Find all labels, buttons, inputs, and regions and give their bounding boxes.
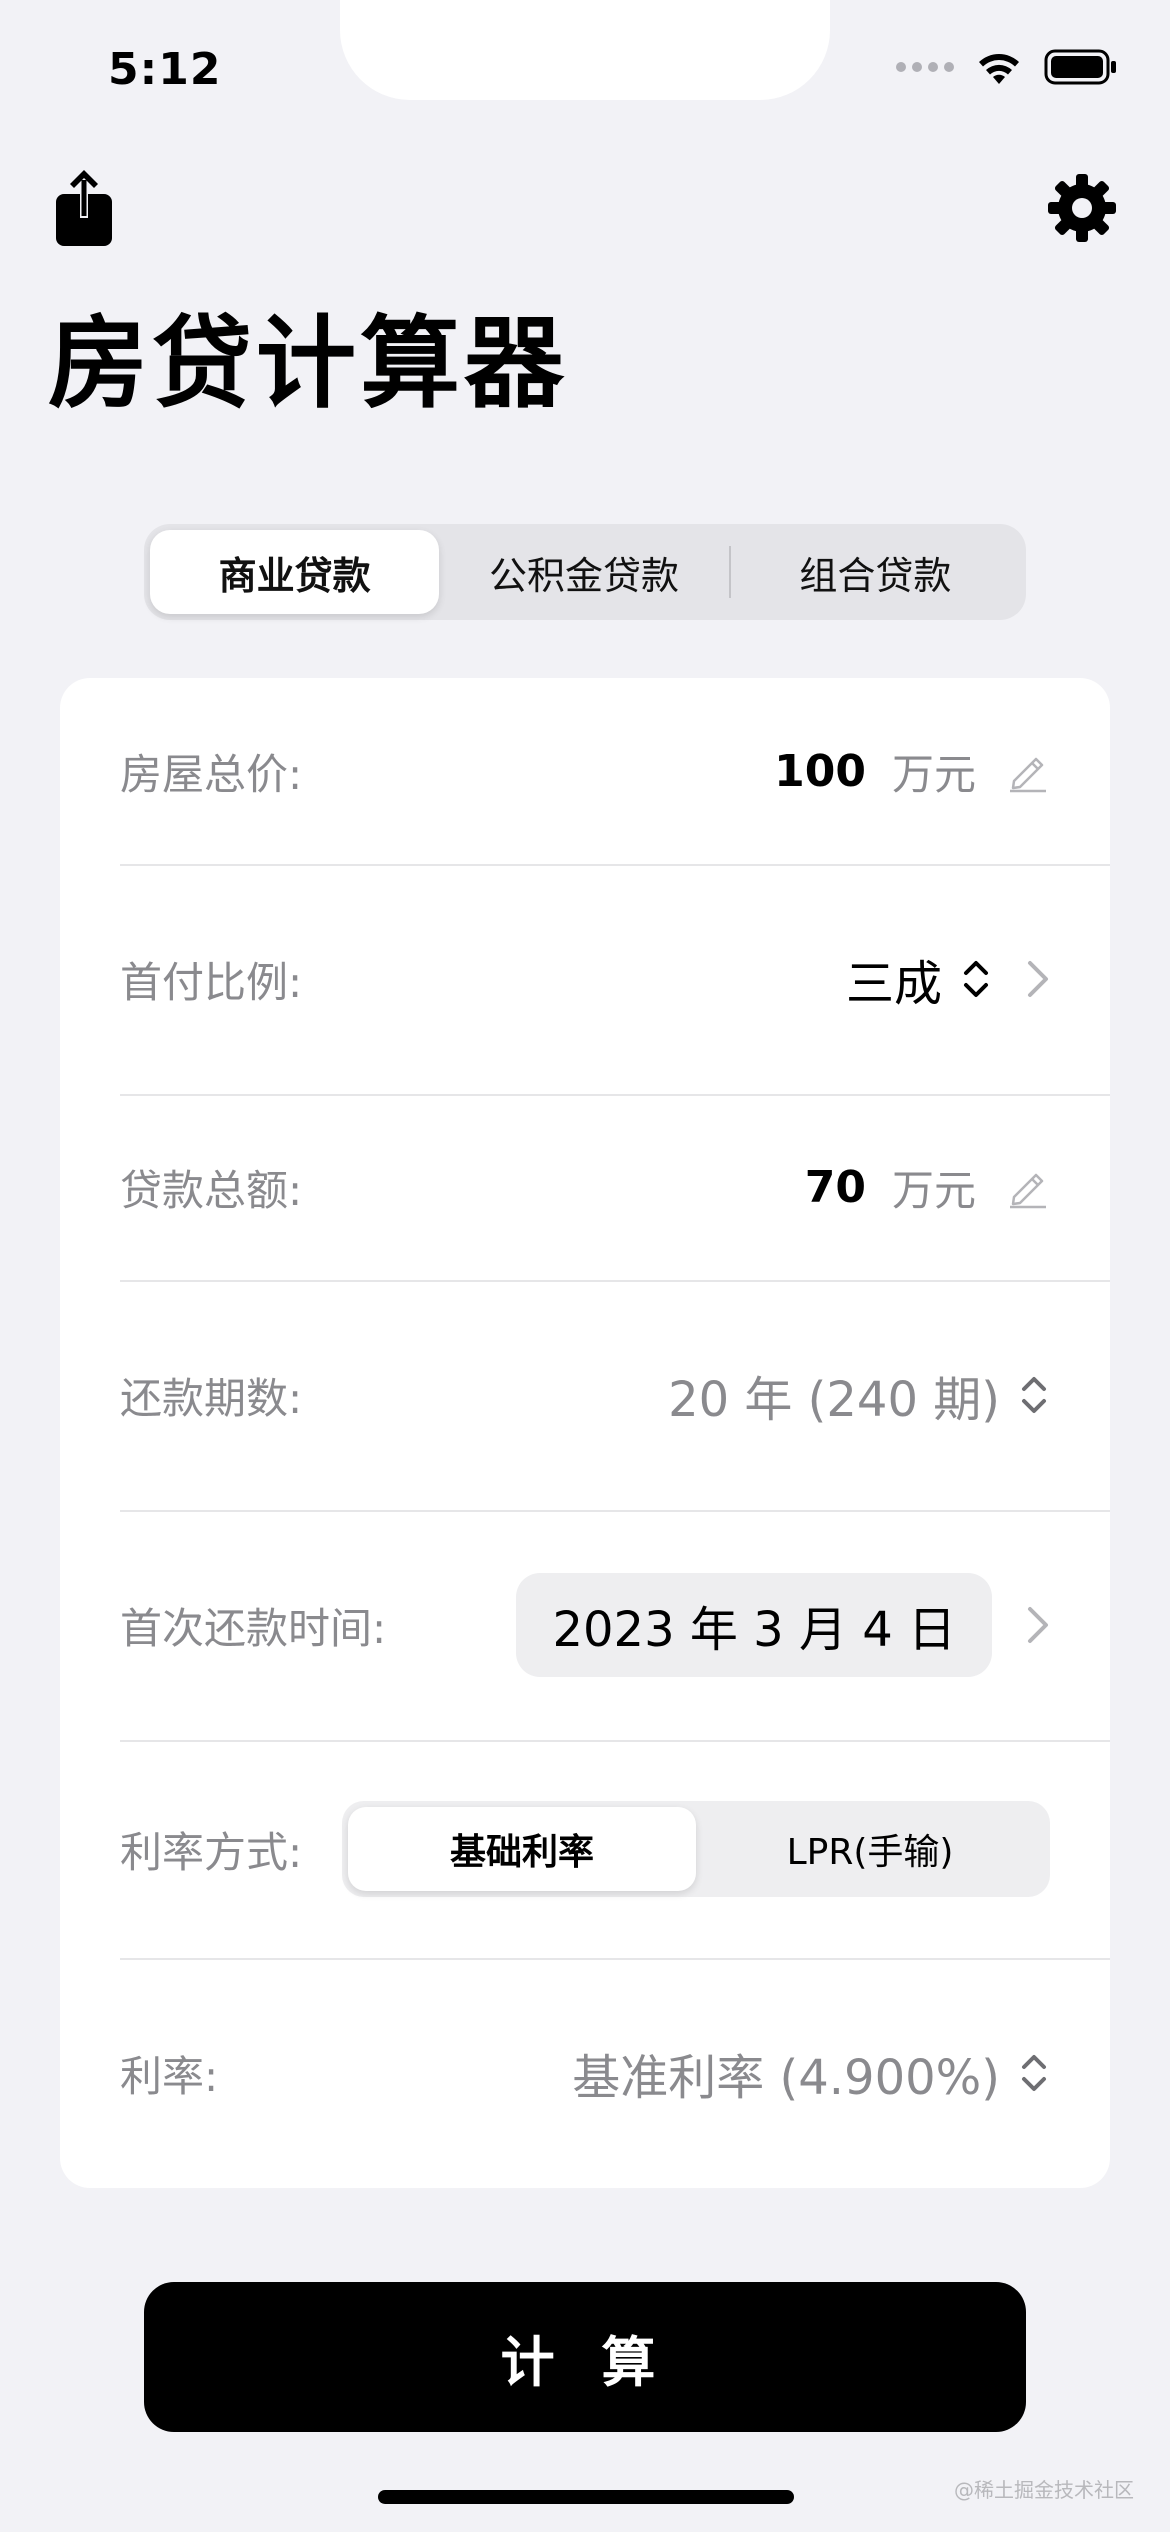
loan-amount-row[interactable]: 贷款总额: 70 万元 bbox=[120, 1094, 1110, 1282]
watermark: @稀土掘金技术社区 bbox=[954, 2478, 1134, 2502]
interest-rate-value: 基准利率 (4.900%) bbox=[572, 2050, 1000, 2106]
chevron-right-icon bbox=[1028, 1607, 1048, 1643]
chevron-right-icon bbox=[1028, 961, 1048, 997]
app-screen: 5:12 房贷计算器 商业贷款 公积金贷款 组合贷款 房屋总价: 100 万元 … bbox=[0, 0, 1170, 2532]
chevron-up-down-icon bbox=[964, 961, 988, 997]
status-time: 5:12 bbox=[108, 44, 222, 95]
interest-rate-label: 利率: bbox=[120, 2051, 219, 2101]
device-notch bbox=[340, 0, 830, 100]
house-price-value: 100 bbox=[774, 745, 866, 797]
status-icons bbox=[896, 48, 1118, 86]
house-price-value-group[interactable]: 100 万元 bbox=[774, 741, 1110, 802]
page-title: 房贷计算器 bbox=[48, 305, 568, 422]
down-payment-row[interactable]: 首付比例: 三成 bbox=[120, 864, 1110, 1096]
home-indicator[interactable] bbox=[378, 2490, 794, 2504]
chevron-up-down-icon bbox=[1022, 1377, 1046, 1413]
rate-mode-base-rate[interactable]: 基础利率 bbox=[348, 1807, 696, 1891]
gear-icon[interactable] bbox=[1046, 172, 1118, 244]
interest-rate-row[interactable]: 利率: 基准利率 (4.900%) bbox=[120, 1958, 1110, 2188]
cellular-signal-icon bbox=[896, 62, 954, 72]
tab-commercial-loan[interactable]: 商业贷款 bbox=[150, 530, 440, 614]
house-price-row[interactable]: 房屋总价: 100 万元 bbox=[120, 678, 1110, 866]
first-payment-date-row[interactable]: 首次还款时间: 2023 年 3 月 4 日 bbox=[120, 1510, 1110, 1742]
tab-provident-fund-loan[interactable]: 公积金贷款 bbox=[439, 530, 728, 614]
down-payment-label: 首付比例: bbox=[120, 957, 303, 1007]
repayment-term-label: 还款期数: bbox=[120, 1373, 303, 1423]
chevron-up-down-icon bbox=[1022, 2055, 1046, 2091]
loan-amount-value: 70 bbox=[804, 1161, 866, 1213]
rate-mode-segmented-control: 基础利率 LPR(手输) bbox=[342, 1801, 1050, 1897]
repayment-term-value: 20 年 (240 期) bbox=[668, 1372, 1000, 1428]
repayment-term-row[interactable]: 还款期数: 20 年 (240 期) bbox=[120, 1280, 1110, 1512]
rate-mode-label: 利率方式: bbox=[120, 1827, 303, 1877]
wifi-icon bbox=[979, 54, 1019, 84]
house-price-unit: 万元 bbox=[891, 749, 976, 799]
repayment-term-picker[interactable]: 20 年 (240 期) bbox=[668, 1360, 1110, 1430]
loan-form-card: 房屋总价: 100 万元 首付比例: 三成 贷款总额: 70 万元 还款期数: … bbox=[60, 678, 1110, 2188]
down-payment-picker[interactable]: 三成 bbox=[846, 944, 1110, 1014]
pencil-icon[interactable] bbox=[1006, 749, 1050, 793]
down-payment-value: 三成 bbox=[845, 956, 942, 1012]
rate-mode-row: 利率方式: 基础利率 LPR(手输) bbox=[120, 1740, 1110, 1960]
tab-combined-loan[interactable]: 组合贷款 bbox=[731, 530, 1020, 614]
house-price-label: 房屋总价: bbox=[120, 749, 303, 799]
first-payment-date-label: 首次还款时间: bbox=[120, 1603, 387, 1653]
share-icon[interactable] bbox=[52, 168, 116, 248]
first-payment-date-group[interactable]: 2023 年 3 月 4 日 bbox=[516, 1573, 1110, 1677]
loan-amount-unit: 万元 bbox=[891, 1165, 976, 1215]
pencil-icon[interactable] bbox=[1006, 1165, 1050, 1209]
first-payment-date-picker[interactable]: 2023 年 3 月 4 日 bbox=[516, 1573, 992, 1677]
loan-type-segmented-control: 商业贷款 公积金贷款 组合贷款 bbox=[144, 524, 1026, 620]
rate-mode-lpr-manual[interactable]: LPR(手输) bbox=[696, 1807, 1044, 1891]
calculate-button[interactable]: 计 算 bbox=[144, 2282, 1026, 2432]
loan-amount-label: 贷款总额: bbox=[120, 1165, 303, 1215]
interest-rate-picker[interactable]: 基准利率 (4.900%) bbox=[572, 2038, 1110, 2108]
loan-amount-value-group[interactable]: 70 万元 bbox=[805, 1157, 1110, 1218]
battery-icon bbox=[1044, 49, 1116, 85]
